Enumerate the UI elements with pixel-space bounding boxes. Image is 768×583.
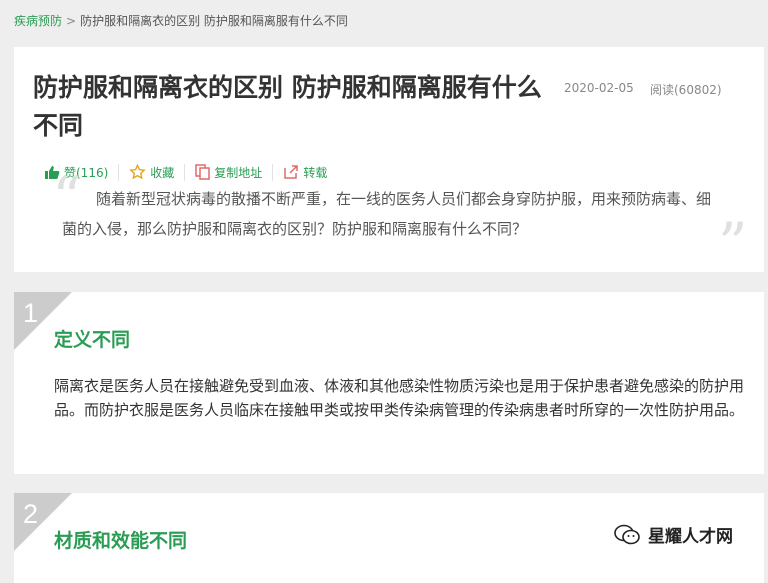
breadcrumb-current: 防护服和隔离衣的区别 防护服和隔离服有什么不同 — [80, 14, 348, 28]
watermark-text: 星耀人才网 — [648, 527, 733, 547]
share-icon — [284, 165, 299, 179]
wechat-icon — [614, 524, 640, 544]
section-title: 材质和效能不同 — [54, 530, 188, 552]
article-actions: 赞(116) 收藏 复制地址 转载 — [44, 162, 337, 182]
publish-date: 2020-02-05 — [564, 81, 634, 95]
read-count: 阅读(60802) — [650, 83, 722, 97]
breadcrumb-separator: > — [66, 14, 77, 28]
page-title: 防护服和隔离衣的区别 防护服和隔离服有什么不同 — [33, 73, 542, 140]
article-summary: 随着新型冠状病毒的散播不断严重，在一线的医务人员们都会身穿防护服，用来预防病毒、… — [62, 190, 712, 238]
copy-link-button[interactable]: 复制地址 — [184, 163, 272, 181]
share-button[interactable]: 转载 — [272, 163, 337, 181]
section-number: 2 — [23, 499, 39, 529]
section-number: 1 — [23, 298, 39, 328]
section-card: 1 定义不同 隔离衣是医务人员在接触避免受到血液、体液和其他感染性物质污染也是用… — [14, 292, 764, 474]
share-label: 转载 — [303, 165, 328, 180]
section-body: 隔离衣是医务人员在接触避免受到血液、体液和其他感染性物质污染也是用于保护患者避免… — [54, 377, 745, 419]
favorite-button[interactable]: 收藏 — [118, 163, 184, 181]
watermark: 星耀人才网 — [614, 522, 733, 547]
article-header-card: 防护服和隔离衣的区别 防护服和隔离服有什么不同 2020-02-05 阅读(60… — [14, 47, 764, 278]
close-quote-icon: ” — [718, 210, 748, 278]
copy-icon — [195, 164, 211, 180]
breadcrumb-category-link[interactable]: 疾病预防 — [14, 14, 62, 28]
favorite-label: 收藏 — [150, 165, 175, 180]
section-title: 定义不同 — [54, 329, 131, 351]
star-icon — [129, 164, 146, 180]
copy-link-label: 复制地址 — [214, 165, 263, 180]
breadcrumb: 疾病预防 > 防护服和隔离衣的区别 防护服和隔离服有什么不同 — [14, 12, 348, 29]
